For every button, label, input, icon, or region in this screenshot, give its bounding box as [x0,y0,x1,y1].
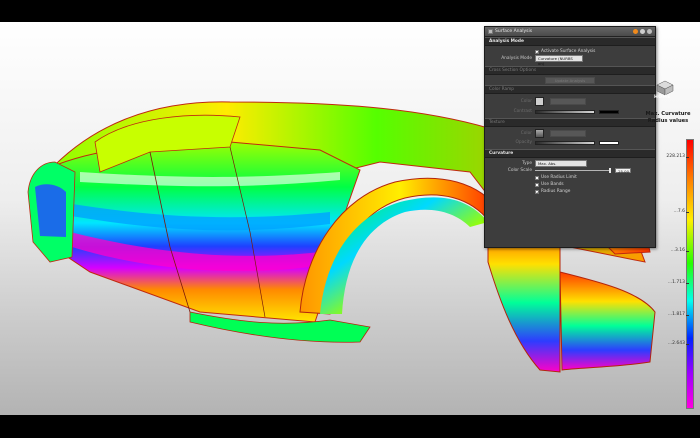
contrast-label: Contrast [513,109,532,114]
opacity-label: Opacity [515,140,532,145]
colorbar-tick: ...7.6 [652,209,689,214]
type-select[interactable]: Max. Abs. [535,160,587,167]
color-scale-input[interactable]: 25.00 [615,168,631,174]
opacity-gradient[interactable] [535,140,595,145]
colorbar-tick: ...2.643 [652,341,689,346]
app-frame: Surface Analysis Analysis Mode ✓ Activat… [0,0,700,438]
update-analysis-button[interactable]: Update Analysis [545,76,595,84]
colorbar-tick: ...1.713 [652,280,689,285]
colorbar-title-line2: Radius values [647,117,689,124]
texture-color-label: Color [520,130,532,136]
opacity-swatch[interactable] [599,140,619,145]
panel-titlebar[interactable]: Surface Analysis [485,27,655,37]
section-analysis-mode[interactable]: Analysis Mode [485,37,655,46]
contrast-gradient[interactable] [535,109,595,114]
type-label: Type [522,161,532,166]
activate-analysis-checkbox[interactable]: ✓ [535,49,539,54]
colorbar-gradient [686,139,694,409]
radius-range-label: Radius Range [541,189,571,194]
color-ramp-icon[interactable] [535,96,544,106]
analysis-mode-label: Analysis Mode [501,56,532,61]
use-radius-limit-label: Use Radius Limit [541,175,577,180]
texture-icon[interactable] [535,128,544,138]
color-label: Color [520,98,532,104]
color-ramp-select[interactable] [550,97,586,105]
close-icon[interactable] [647,29,652,34]
use-radius-limit-checkbox[interactable] [535,175,539,180]
color-scale-label: Color Scale [507,168,532,173]
section-texture[interactable]: Texture [485,118,655,127]
colorbar-tick: 228.213 [652,154,689,159]
activate-analysis-label: Activate Surface Analysis [541,49,596,54]
panel-title: Surface Analysis [495,29,533,34]
colorbar-tick: ...3.16 [652,248,689,253]
section-color-ramp[interactable]: Color Ramp [485,85,655,94]
letterbox-top [0,0,700,22]
section-cross-section[interactable]: Cross Section Options [485,66,655,75]
colorbar-title: Max. Curvature Radius values [638,111,698,124]
radius-range-checkbox[interactable]: ✓ [535,189,539,194]
colorbar-title-line1: Max. Curvature [645,111,691,117]
home-label[interactable]: HOME [654,95,671,100]
letterbox-bottom [0,415,700,438]
help-icon[interactable] [640,29,645,34]
color-scale-slider-handle[interactable] [609,168,611,173]
3d-viewport[interactable]: Surface Analysis Analysis Mode ✓ Activat… [0,22,700,415]
minimize-icon[interactable] [633,29,638,34]
use-bands-checkbox[interactable] [535,182,539,187]
texture-select[interactable] [550,129,586,137]
panel-app-icon [488,29,493,34]
contrast-swatch[interactable] [599,109,619,114]
use-bands-label: Use Bands [541,182,564,187]
color-scale-slider[interactable] [535,168,611,173]
analysis-mode-select[interactable]: Curvature (NURBS on) [535,55,583,66]
surface-analysis-panel[interactable]: Surface Analysis Analysis Mode ✓ Activat… [484,26,656,248]
home-cube-icon[interactable] [656,80,674,96]
section-curvature[interactable]: Curvature [485,149,655,158]
colorbar-tick: ...1.817 [652,312,689,317]
